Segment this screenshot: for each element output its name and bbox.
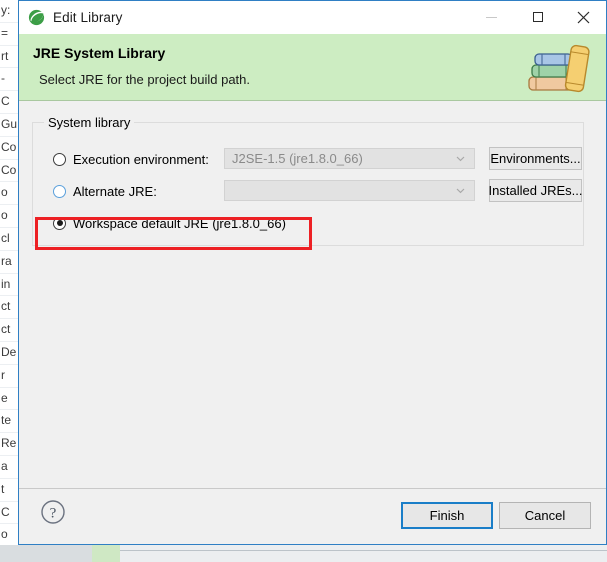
radio-alternate-jre[interactable] [53, 184, 66, 198]
book-stack-icon [521, 37, 595, 99]
radio-workspace-default-jre[interactable] [53, 216, 66, 230]
environments-button[interactable]: Environments... [489, 147, 582, 170]
maximize-icon [532, 12, 543, 22]
installed-jres-button[interactable]: Installed JREs... [489, 179, 582, 202]
dialog-title-bar[interactable]: Edit Library [19, 1, 606, 34]
close-button[interactable] [561, 1, 606, 33]
maximize-button[interactable] [515, 1, 560, 33]
chevron-down-icon [456, 156, 465, 162]
background-status-bar-right [120, 550, 607, 551]
help-button[interactable]: ? [40, 499, 66, 525]
dialog-content: System library Execution environment: J2… [19, 101, 606, 488]
cancel-button[interactable]: Cancel [499, 502, 591, 529]
header-title: JRE System Library [33, 45, 166, 61]
label-workspace-default-jre: Workspace default JRE (jre1.8.0_66) [73, 215, 286, 231]
eclipse-logo-icon [28, 9, 45, 26]
radio-execution-environment[interactable] [53, 152, 66, 166]
finish-button[interactable]: Finish [401, 502, 493, 529]
minimize-button[interactable] [469, 1, 514, 33]
system-library-group: System library Execution environment: J2… [32, 115, 584, 250]
option-row-alternate-jre[interactable]: Alternate JRE: [33, 180, 157, 202]
label-execution-environment: Execution environment: [73, 151, 209, 167]
dialog-title: Edit Library [53, 10, 123, 25]
option-row-execution-environment[interactable]: Execution environment: [33, 148, 209, 170]
dialog-footer: ? Finish Cancel [19, 488, 606, 544]
option-row-workspace-default-jre[interactable]: Workspace default JRE (jre1.8.0_66) [33, 212, 286, 234]
minimize-icon [486, 16, 497, 18]
header-subtitle: Select JRE for the project build path. [39, 72, 251, 87]
edit-library-dialog: Edit Library JRE System Library Select J… [18, 0, 607, 545]
background-status-chip [92, 545, 120, 562]
svg-text:?: ? [50, 505, 57, 521]
close-icon [577, 11, 590, 23]
execution-environment-combo-value: J2SE-1.5 (jre1.8.0_66) [232, 151, 363, 166]
execution-environment-combo[interactable]: J2SE-1.5 (jre1.8.0_66) [224, 148, 475, 169]
label-alternate-jre: Alternate JRE: [73, 183, 157, 199]
background-status-bar-left [0, 545, 92, 562]
system-library-group-label: System library [44, 115, 135, 130]
alternate-jre-combo[interactable] [224, 180, 475, 201]
background-status-strip [0, 545, 607, 562]
chevron-down-icon [456, 188, 465, 194]
dialog-header-banner: JRE System Library Select JRE for the pr… [19, 34, 606, 101]
